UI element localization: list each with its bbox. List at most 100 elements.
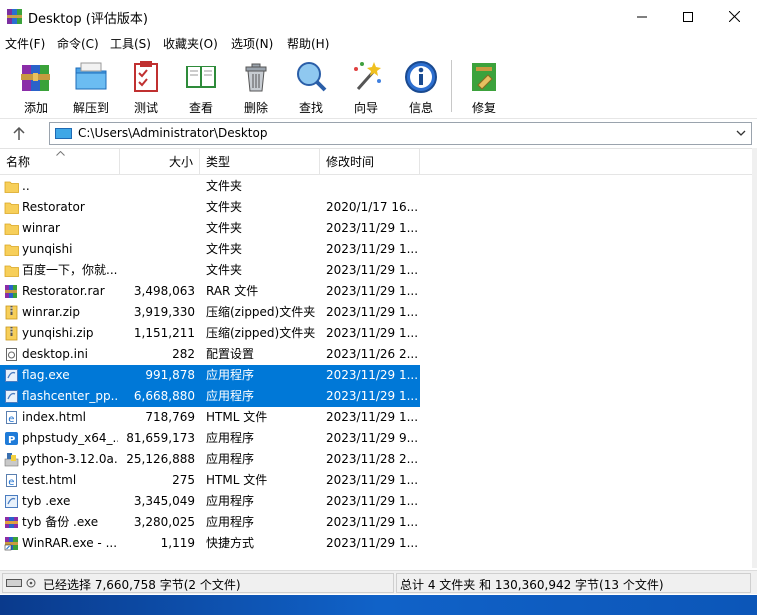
table-row[interactable]: WinRAR.exe - ... 1,119 快捷方式 2023/11/29 1... — [0, 533, 420, 554]
table-row[interactable]: flashcenter_pp... 6,668,880 应用程序 2023/11/29… — [0, 386, 420, 407]
file-name: test.html — [22, 473, 77, 487]
edge-html-icon: e — [6, 411, 17, 425]
maximize-icon — [683, 11, 693, 22]
find-button[interactable]: 查找 — [287, 57, 335, 115]
address-field[interactable]: C:\Users\Administrator\Desktop — [49, 122, 752, 145]
file-type: 应用程序 — [206, 452, 255, 466]
extract-to-label: 解压到 — [72, 101, 109, 115]
file-type: 压缩(zipped)文件夹 — [206, 305, 316, 319]
close-icon — [728, 11, 740, 22]
table-row[interactable]: 百度一下，你就... 文件夹 2023/11/29 1... — [0, 260, 420, 281]
test-archive-icon — [134, 61, 158, 92]
file-name: .. — [22, 179, 30, 193]
extract-to-button[interactable]: 解压到 — [67, 57, 115, 115]
file-type: 快捷方式 — [206, 536, 255, 550]
edge-html-icon: e — [6, 474, 17, 488]
file-modified: 2023/11/29 1... — [326, 305, 418, 319]
column-modified-header[interactable]: 修改时间 — [320, 149, 420, 175]
file-list[interactable]: 名称 大小 类型 修改时间 .. 文件夹 Restorator 文件夹 2020/1/1… — [0, 148, 752, 568]
file-size: 282 — [172, 347, 195, 361]
column-name-header[interactable]: 名称 — [0, 149, 120, 175]
file-type: 应用程序 — [206, 389, 255, 403]
add-label: 添加 — [23, 101, 48, 115]
file-name: winrar.zip — [22, 305, 80, 319]
file-size: 1,151,211 — [133, 326, 195, 340]
test-button[interactable]: 测试 — [122, 57, 170, 115]
zip-icon — [5, 305, 18, 320]
up-folder-button[interactable] — [8, 122, 30, 144]
table-row[interactable]: .. 文件夹 — [0, 176, 420, 197]
address-bar: C:\Users\Administrator\Desktop — [0, 119, 757, 147]
menu-tools[interactable]: 工具(S) — [110, 35, 151, 52]
menu-commands[interactable]: 命令(C) — [57, 35, 99, 52]
table-row[interactable]: yunqishi 文件夹 2023/11/29 1... — [0, 239, 420, 260]
close-button[interactable] — [711, 0, 757, 33]
add-archive-icon — [21, 65, 50, 91]
phpstudy-icon: P — [5, 432, 18, 446]
arrow-up-icon — [13, 126, 25, 140]
menu-help[interactable]: 帮助(H) — [287, 35, 329, 52]
file-modified: 2023/11/29 1... — [326, 242, 418, 256]
table-row[interactable]: e test.html 275 HTML 文件 2023/11/29 1... — [0, 470, 420, 491]
ini-file-icon — [6, 348, 17, 361]
chevron-down-icon[interactable] — [735, 126, 747, 140]
file-type: 文件夹 — [206, 242, 243, 256]
file-name: yunqishi — [22, 242, 73, 256]
table-row[interactable]: Pphpstudy_x64_... 81,659,173 应用程序 2023/11/2… — [0, 428, 420, 449]
delete-button[interactable]: 删除 — [232, 57, 280, 115]
desktop-location-icon — [55, 128, 72, 139]
menu-bar: 文件(F) 命令(C) 工具(S) 收藏夹(O) 选项(N) 帮助(H) — [0, 33, 757, 53]
table-row[interactable]: tyb .exe 3,345,049 应用程序 2023/11/29 1... — [0, 491, 420, 512]
svg-text:P: P — [8, 435, 15, 446]
minimize-button[interactable] — [619, 0, 665, 33]
maximize-button[interactable] — [665, 0, 711, 33]
wizard-wand-icon — [354, 62, 381, 90]
minimize-icon — [637, 16, 647, 17]
menu-options[interactable]: 选项(N) — [231, 35, 273, 52]
folder-icon — [4, 244, 19, 256]
wizard-label: 向导 — [353, 101, 378, 115]
file-name: 百度一下，你就... — [22, 263, 118, 277]
file-type: 文件夹 — [206, 179, 243, 193]
table-row[interactable]: winrar.zip 3,919,330 压缩(zipped)文件夹 2023/11/… — [0, 302, 420, 323]
view-book-icon — [186, 66, 216, 88]
add-button[interactable]: 添加 — [12, 57, 60, 115]
title-bar[interactable]: Desktop (评估版本) — [0, 0, 757, 33]
info-button[interactable]: 信息 — [397, 57, 445, 115]
python-installer-icon — [4, 453, 19, 467]
table-row[interactable]: tyb 备份 .exe 3,280,025 应用程序 2023/11/29 1... — [0, 512, 420, 533]
file-size: 1,119 — [160, 536, 195, 550]
column-size-header[interactable]: 大小 — [120, 149, 200, 175]
table-row[interactable]: e index.html 718,769 HTML 文件 2023/11/29 1... — [0, 407, 420, 428]
table-row[interactable]: python-3.12.0a... 25,126,888 应用程序 2023/11/2… — [0, 449, 420, 470]
table-row[interactable]: Restorator 文件夹 2020/1/17 16... — [0, 197, 420, 218]
table-row[interactable]: Restorator.rar 3,498,063 RAR 文件 2023/11/29 … — [0, 281, 420, 302]
vertical-scrollbar[interactable] — [752, 148, 757, 568]
file-name: desktop.ini — [22, 347, 88, 361]
exe-icon — [5, 495, 18, 508]
menu-file[interactable]: 文件(F) — [5, 35, 45, 52]
file-modified: 2023/11/29 1... — [326, 515, 418, 529]
file-type: 应用程序 — [206, 515, 255, 529]
exe-icon — [5, 369, 18, 382]
test-label: 测试 — [133, 101, 158, 115]
file-name: tyb .exe — [22, 494, 71, 508]
repair-button[interactable]: 修复 — [460, 57, 508, 115]
repair-label: 修复 — [471, 101, 496, 115]
view-button[interactable]: 查看 — [177, 57, 225, 115]
file-name: index.html — [22, 410, 86, 424]
file-name: flag.exe — [22, 368, 70, 382]
menu-favorites[interactable]: 收藏夹(O) — [163, 35, 218, 52]
column-type-header[interactable]: 类型 — [200, 149, 320, 175]
file-modified: 2020/1/17 16... — [326, 200, 418, 214]
table-row[interactable]: flag.exe 991,878 应用程序 2023/11/29 1... — [0, 365, 420, 386]
folder-icon — [4, 223, 19, 235]
table-row[interactable]: desktop.ini 282 配置设置 2023/11/26 2... — [0, 344, 420, 365]
wizard-button[interactable]: 向导 — [342, 57, 390, 115]
table-row[interactable]: yunqishi.zip 1,151,211 压缩(zipped)文件夹 2023/1… — [0, 323, 420, 344]
drive-icon — [6, 578, 36, 588]
file-size: 3,280,025 — [133, 515, 195, 529]
table-row[interactable]: winrar 文件夹 2023/11/29 1... — [0, 218, 420, 239]
file-type: 文件夹 — [206, 263, 243, 277]
folder-icon — [4, 265, 19, 277]
